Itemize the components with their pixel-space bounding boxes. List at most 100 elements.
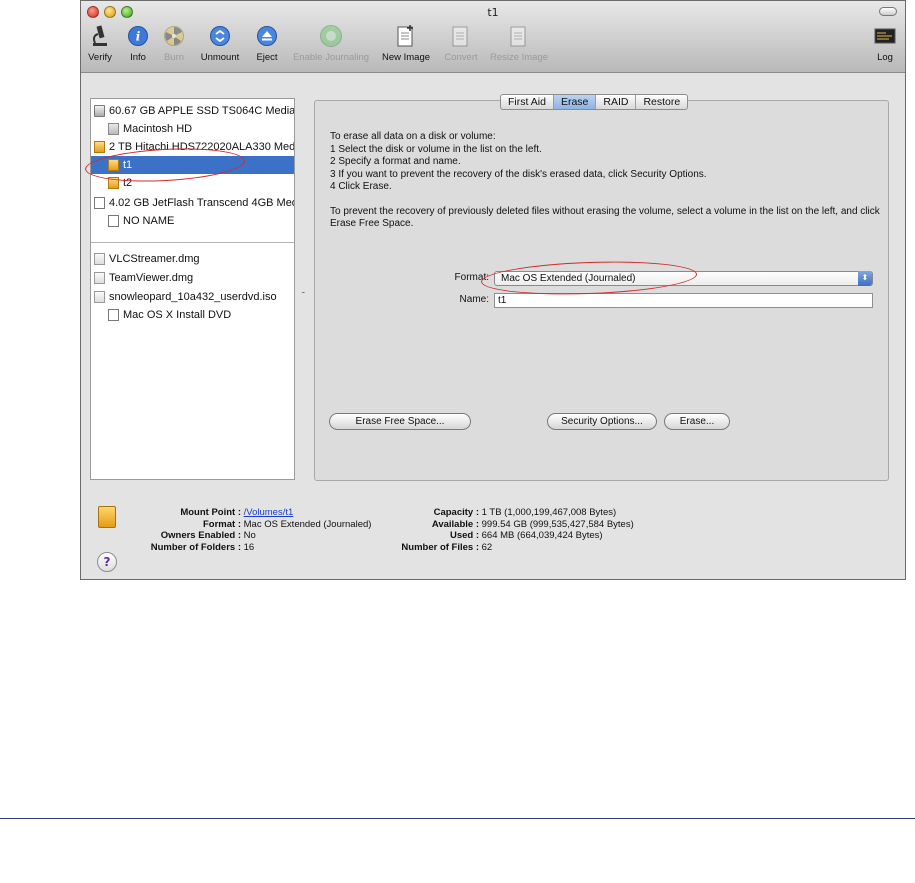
owners-label: Owners Enabled :	[160, 530, 241, 541]
convert-label: Convert	[444, 52, 478, 63]
split-view-handle[interactable]: ⁃	[301, 289, 306, 299]
available-row: Available : 999.54 GB (999,535,427,584 B…	[381, 519, 634, 531]
disk-image-icon	[94, 253, 105, 265]
sidebar-image-vlcstreamer[interactable]: VLCStreamer.dmg	[91, 250, 294, 268]
journaling-icon	[319, 23, 343, 49]
sidebar-volume-t1[interactable]: t1	[91, 156, 294, 174]
name-label: Name:	[459, 294, 489, 305]
capacity-label: Capacity :	[433, 507, 479, 518]
format-value: Mac OS Extended (Journaled)	[501, 273, 636, 284]
sidebar-disk-jetflash[interactable]: 4.02 GB JetFlash Transcend 4GB Med	[91, 194, 294, 212]
format-select[interactable]: Mac OS Extended (Journaled) ⬍	[494, 271, 873, 286]
owners-value: No	[243, 530, 256, 541]
hard-disk-icon	[94, 105, 105, 117]
eject-label: Eject	[256, 52, 278, 63]
title-bar: t1 Verify i Info Burn Unmount Eject Enab…	[81, 1, 905, 73]
used-label: Used :	[449, 530, 479, 541]
sidebar-item-label: snowleopard_10a432_userdvd.iso	[109, 291, 277, 303]
volume-icon	[108, 123, 119, 135]
tab-raid[interactable]: RAID	[596, 95, 637, 109]
microscope-icon	[88, 23, 112, 49]
sidebar-volume-t2[interactable]: t2	[91, 174, 294, 192]
instruction-step: 4 Click Erase.	[330, 181, 392, 192]
sidebar-item-label: t1	[123, 159, 133, 171]
capacity-row: Capacity : 1 TB (1,000,199,467,008 Bytes…	[381, 507, 617, 519]
free-space-note: To prevent the recovery of previously de…	[330, 205, 880, 230]
toolbar-toggle-button[interactable]	[879, 7, 897, 16]
sidebar-item-label: Mac OS X Install DVD	[123, 309, 232, 321]
burn-button[interactable]: Burn	[161, 23, 187, 63]
sidebar-item-label: VLCStreamer.dmg	[109, 253, 200, 265]
volume-icon	[108, 309, 119, 321]
info-icon: i	[126, 23, 150, 49]
format-row: Format : Mac OS Extended (Journaled)	[121, 519, 371, 531]
enable-journaling-label: Enable Journaling	[292, 52, 370, 63]
enable-journaling-button[interactable]: Enable Journaling	[287, 23, 375, 63]
sidebar-volume-macintosh-hd[interactable]: Macintosh HD	[91, 120, 294, 138]
eject-button[interactable]: Eject	[253, 23, 281, 63]
used-row: Used : 664 MB (664,039,424 Bytes)	[381, 530, 603, 542]
window-title: t1	[487, 6, 499, 19]
sidebar-item-label: 2 TB Hitachi HDS722020ALA330 Med	[109, 141, 294, 153]
sidebar-image-snowleopard[interactable]: snowleopard_10a432_userdvd.iso	[91, 288, 294, 306]
unmount-label: Unmount	[200, 52, 240, 63]
usb-volume-icon	[108, 215, 119, 227]
new-image-button[interactable]: New Image	[379, 23, 433, 63]
instruction-step: 1 Select the disk or volume in the list …	[330, 143, 542, 155]
instruction-step: 3 If you want to prevent the recovery of…	[330, 168, 707, 180]
help-icon[interactable]: ?	[97, 552, 117, 572]
security-options-button[interactable]: Security Options...	[547, 413, 657, 430]
tab-restore[interactable]: Restore	[636, 95, 687, 109]
external-volume-icon	[108, 177, 119, 189]
log-label: Log	[877, 52, 893, 63]
capacity-value: 1 TB (1,000,199,467,008 Bytes)	[481, 507, 617, 518]
folders-row: Number of Folders : 16	[121, 542, 254, 554]
instructions-intro: To erase all data on a disk or volume:	[330, 131, 496, 142]
resize-image-button[interactable]: Resize Image	[487, 23, 551, 63]
erase-free-space-button[interactable]: Erase Free Space...	[329, 413, 471, 430]
new-image-label: New Image	[381, 52, 431, 63]
files-value: 62	[481, 541, 493, 553]
mount-point-label: Mount Point :	[180, 507, 241, 518]
sidebar-image-teamviewer[interactable]: TeamViewer.dmg	[91, 269, 294, 287]
convert-icon	[449, 23, 473, 49]
tab-bar: First Aid Erase RAID Restore	[500, 94, 689, 110]
sidebar-item-label: 60.67 GB APPLE SSD TS064C Media	[109, 105, 294, 117]
sidebar-disk-apple-ssd[interactable]: 60.67 GB APPLE SSD TS064C Media	[91, 102, 294, 120]
info-button[interactable]: i Info	[124, 23, 152, 63]
unmount-button[interactable]: Unmount	[195, 23, 245, 63]
files-label: Number of Files :	[401, 541, 479, 553]
log-button[interactable]: Log	[871, 23, 899, 63]
eject-icon	[255, 23, 279, 49]
name-field[interactable]: t1	[494, 293, 873, 308]
used-value: 664 MB (664,039,424 Bytes)	[481, 530, 603, 541]
usb-disk-icon	[94, 197, 105, 209]
mount-point-link[interactable]: /Volumes/t1	[244, 507, 294, 518]
external-disk-icon	[94, 141, 105, 153]
tab-erase[interactable]: Erase	[553, 95, 597, 109]
verify-button[interactable]: Verify	[83, 23, 117, 63]
erase-button[interactable]: Erase...	[664, 413, 730, 430]
external-drive-icon	[98, 506, 116, 528]
info-format-value: Mac OS Extended (Journaled)	[243, 518, 372, 530]
resize-image-label: Resize Image	[489, 52, 549, 63]
info-label: Info	[130, 52, 146, 63]
convert-button[interactable]: Convert	[439, 23, 483, 63]
toolbar: Verify i Info Burn Unmount Eject Enable …	[81, 21, 905, 71]
info-format-label: Format :	[203, 518, 241, 530]
select-arrows-icon: ⬍	[858, 271, 872, 286]
sidebar-divider	[91, 242, 294, 243]
mount-point-row: Mount Point : /Volumes/t1	[121, 507, 293, 519]
folders-value: 16	[243, 541, 255, 553]
resize-image-icon	[507, 23, 531, 49]
unmount-icon	[208, 23, 232, 49]
tab-first-aid[interactable]: First Aid	[501, 95, 554, 109]
sidebar-volume-no-name[interactable]: NO NAME	[91, 212, 294, 230]
sidebar-item-label: 4.02 GB JetFlash Transcend 4GB Med	[109, 197, 294, 209]
format-label: Format:	[454, 272, 489, 283]
erase-instructions: To erase all data on a disk or volume: 1…	[330, 131, 880, 231]
sidebar-disk-hitachi[interactable]: 2 TB Hitachi HDS722020ALA330 Med	[91, 138, 294, 156]
sidebar-volume-install-dvd[interactable]: Mac OS X Install DVD	[91, 306, 294, 324]
new-image-icon	[394, 23, 418, 49]
external-volume-icon	[108, 159, 119, 171]
